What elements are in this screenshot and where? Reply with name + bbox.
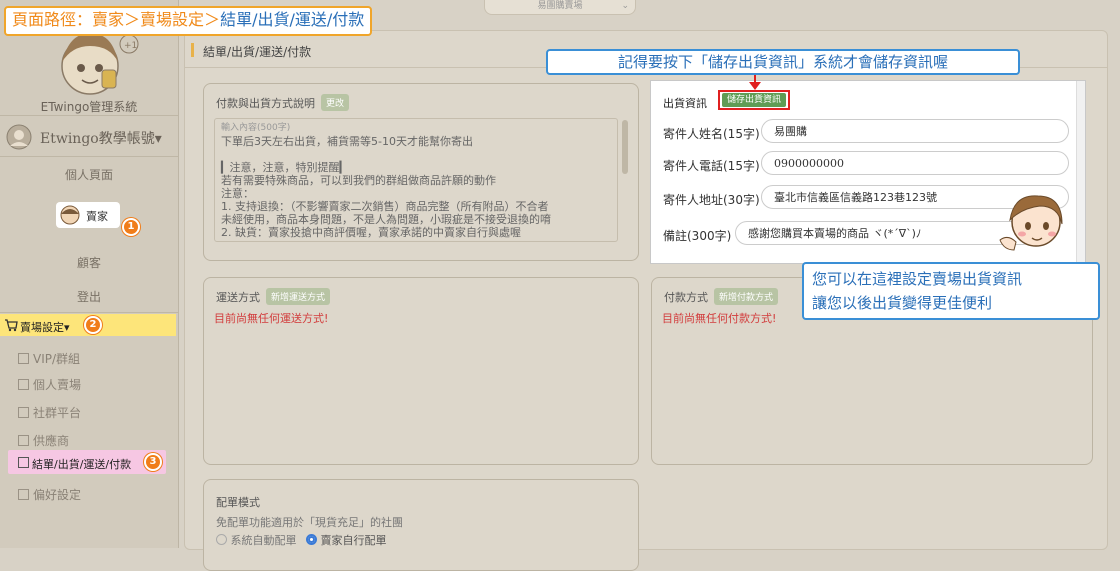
- sidebar-item-customer[interactable]: 顧客: [0, 254, 178, 271]
- desc-textarea[interactable]: 輸入內容(500字) 下單后3天左右出貨，補貨需等5-10天才能幫你寄出 ▎注意…: [214, 118, 618, 242]
- step-badge-2: 2: [84, 316, 102, 334]
- sidebar-item-seller[interactable]: 賣家: [56, 202, 120, 228]
- panel-title: 運送方式: [216, 291, 260, 304]
- edit-icon: [18, 435, 29, 446]
- edit-icon: [18, 407, 29, 418]
- textarea-scrollbar[interactable]: [622, 120, 628, 174]
- payment-empty-message: 目前尚無任何付款方式!: [662, 312, 777, 325]
- store-dropdown[interactable]: 易團購賣場 ⌄: [484, 0, 636, 15]
- account-avatar-icon: [6, 124, 32, 150]
- account-name: Etwingo教學帳號▾: [40, 131, 162, 147]
- shipping-method-panel: 運送方式 新增運送方式 目前尚無任何運送方式!: [203, 277, 639, 465]
- sidebar-item-label: 賣場設定▾: [20, 321, 70, 334]
- sidebar: +1 ETwingo管理系統 Etwingo教學帳號▾ 個人頁面 賣家 1 顧客…: [0, 0, 179, 548]
- note-input[interactable]: 感謝您購買本賣場的商品 ヾ(*´∇`)ﾉ: [735, 221, 1035, 245]
- panel-title: 付款方式: [664, 291, 708, 304]
- sidebar-sub-vip[interactable]: VIP/群組: [18, 350, 80, 367]
- svg-text:+1: +1: [124, 41, 137, 51]
- sender-phone-input[interactable]: 0900000000: [761, 151, 1069, 175]
- panel-title: 配單模式: [216, 496, 260, 509]
- chevron-down-icon: ⌄: [621, 1, 629, 11]
- page-title: 結單/出貨/運送/付款: [203, 45, 312, 59]
- sidebar-sub-social[interactable]: 社群平台: [18, 404, 81, 421]
- panel-scrollbar[interactable]: [1076, 81, 1085, 263]
- sidebar-item-store-settings[interactable]: 賣場設定▾ 2: [0, 314, 176, 336]
- save-shipping-info-button[interactable]: 儲存出貨資訊: [722, 93, 786, 107]
- step-badge-1: 1: [122, 218, 140, 236]
- payment-shipping-desc-panel: 付款與出貨方式說明 更改 輸入內容(500字) 下單后3天左右出貨，補貨需等5-1…: [203, 83, 639, 261]
- sidebar-sub-supplier[interactable]: 供應商: [18, 432, 69, 449]
- edit-icon: [18, 379, 29, 390]
- edit-icon: [18, 457, 29, 468]
- save-reminder-callout: 記得要按下「儲存出貨資訊」系統才會儲存資訊喔: [546, 49, 1020, 75]
- sender-address-label: 寄件人地址(30字): [663, 193, 760, 207]
- sidebar-sub-preferences[interactable]: 偏好設定: [18, 486, 81, 503]
- panel-title: 付款與出貨方式說明: [216, 97, 315, 110]
- sidebar-item-label: 賣家: [86, 210, 108, 223]
- mascot-pointing-icon: [999, 195, 1063, 251]
- note-label: 備註(300字): [663, 229, 732, 243]
- breadcrumb-current: 結單/出貨/運送/付款: [220, 10, 365, 29]
- account-menu[interactable]: Etwingo教學帳號▾: [6, 124, 176, 150]
- add-payment-method-button[interactable]: 新增付款方式: [714, 288, 779, 305]
- add-shipping-method-button[interactable]: 新增運送方式: [266, 288, 331, 305]
- sender-name-input[interactable]: 易團購: [761, 119, 1069, 143]
- radio-auto[interactable]: [216, 534, 227, 545]
- cart-icon: [5, 319, 18, 332]
- sidebar-sub-checkout-shipping[interactable]: 結單/出貨/運送/付款 3: [8, 450, 166, 474]
- system-name: ETwingo管理系統: [40, 100, 138, 114]
- edit-icon: [18, 353, 29, 364]
- sender-phone-label: 寄件人電話(15字): [663, 159, 760, 173]
- sidebar-item-label: 結單/出貨/運送/付款: [32, 458, 132, 471]
- edit-desc-button[interactable]: 更改: [321, 94, 350, 111]
- shipping-empty-message: 目前尚無任何運送方式!: [214, 312, 329, 325]
- sidebar-item-profile[interactable]: 個人頁面: [0, 166, 178, 183]
- order-mode-panel: 配單模式 免配單功能適用於「現貨充足」的社團 系統自動配單 賣家自行配單: [203, 479, 639, 571]
- order-mode-desc: 免配單功能適用於「現貨充足」的社團: [216, 516, 403, 529]
- step-badge-3: 3: [144, 453, 162, 471]
- arrow-down-icon: [749, 72, 761, 90]
- order-mode-options: 系統自動配單 賣家自行配單: [216, 532, 387, 548]
- panel-title: 出貨資訊: [663, 97, 707, 110]
- sender-name-label: 寄件人姓名(15字): [663, 127, 760, 141]
- radio-manual[interactable]: [306, 534, 317, 545]
- shipping-info-callout: 您可以在這裡設定賣場出貨資訊 讓您以後出貨變得更佳便利: [802, 262, 1100, 320]
- seller-avatar-icon: [60, 205, 80, 225]
- breadcrumb: 頁面路徑：賣家＞賣場設定＞結單/出貨/運送/付款: [4, 6, 373, 36]
- edit-icon: [18, 489, 29, 500]
- sidebar-item-logout[interactable]: 登出: [0, 288, 178, 305]
- sidebar-sub-personal-store[interactable]: 個人賣場: [18, 376, 81, 393]
